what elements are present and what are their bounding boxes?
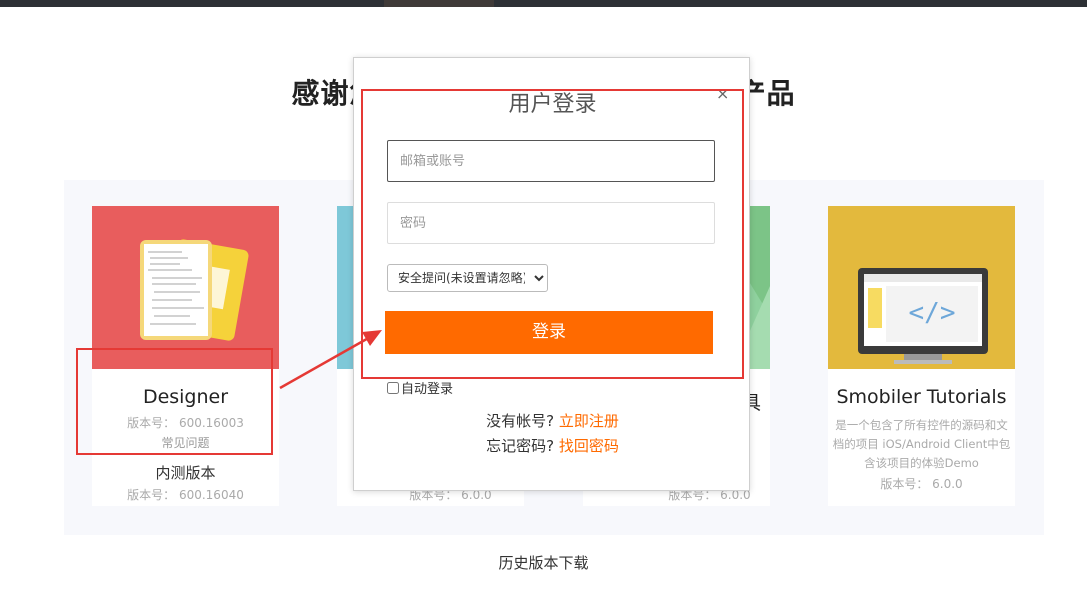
tutorials-image: </> [828, 206, 1015, 369]
forgot-password-line: 忘记密码? 找回密码 [354, 435, 751, 456]
forgot-password-text: 忘记密码? [486, 437, 555, 455]
register-link[interactable]: 立即注册 [559, 412, 619, 430]
annotation-box-designer [76, 348, 273, 455]
no-account-text: 没有帐号? [486, 412, 555, 430]
tutorials-version: 版本号： 6.0.0 [880, 477, 963, 491]
history-download-link[interactable]: 历史版本下载 [0, 552, 1087, 573]
auto-login-label: 自动登录 [401, 382, 454, 397]
top-nav-active-tab[interactable] [384, 0, 494, 7]
recover-password-link[interactable]: 找回密码 [559, 437, 619, 455]
svg-text:</>: </> [909, 298, 956, 328]
register-line: 没有帐号? 立即注册 [354, 410, 751, 431]
annotation-arrow-icon [279, 330, 382, 390]
top-nav-bar [0, 0, 1087, 7]
product-card-tutorials[interactable]: </> Smobiler Tutorials 是一个包含了所有控件的源码和文档的… [828, 206, 1015, 506]
tutorials-title: Smobiler Tutorials [836, 386, 1007, 408]
annotation-box-login-form [361, 89, 744, 379]
auto-login-checkbox-label[interactable]: 自动登录 [387, 378, 453, 397]
designer-beta-version: 版本号： 600.16040 [127, 488, 244, 502]
tutorials-description: 是一个包含了所有控件的源码和文档的项目 iOS/Android Client中包… [832, 418, 1011, 470]
designer-beta-title[interactable]: 内测版本 [92, 462, 279, 483]
designer-image [92, 206, 279, 369]
